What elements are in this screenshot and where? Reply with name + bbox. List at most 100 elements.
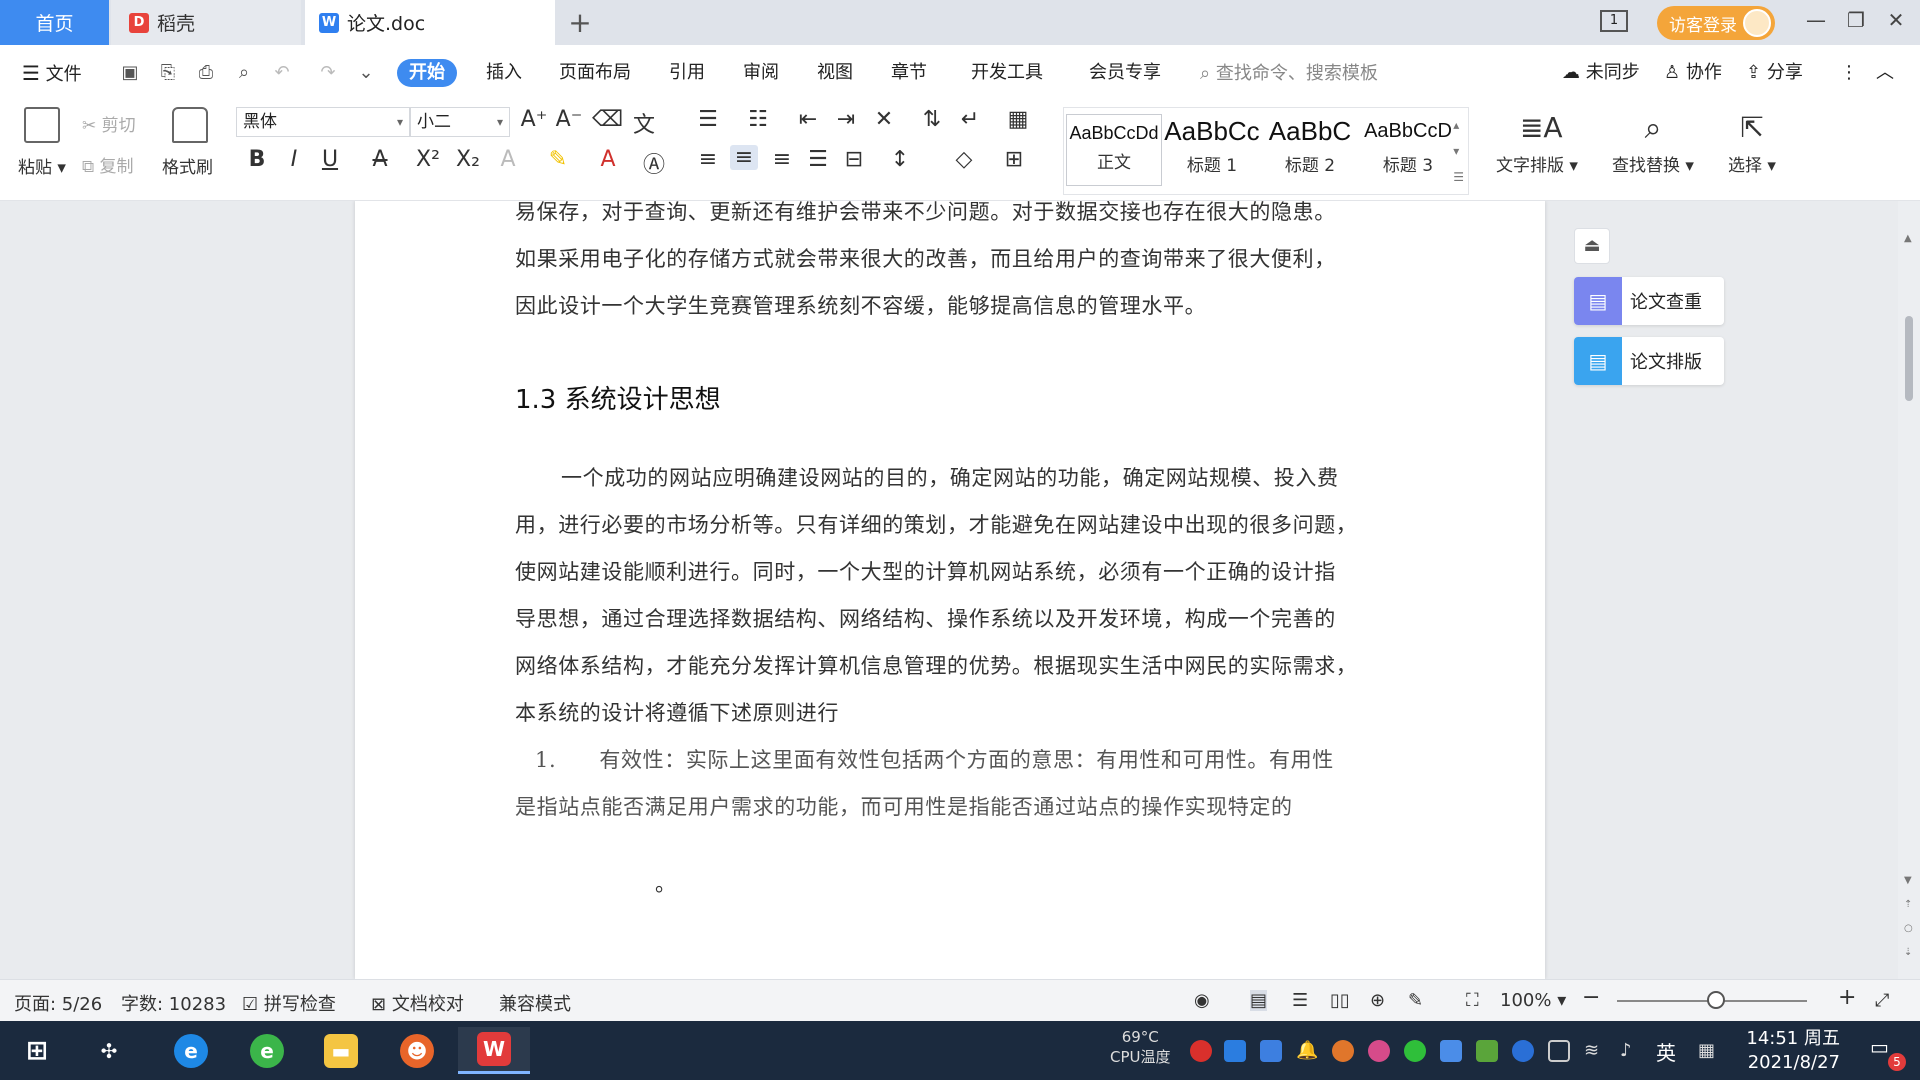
- document-page[interactable]: 易保存，对于查询、更新还有维护会带来不少问题。对于数据交接也存在很大的隐患。 如…: [355, 201, 1545, 979]
- clear-format-icon[interactable]: ⌫: [592, 107, 623, 132]
- shrink-font-icon[interactable]: A⁻: [555, 107, 583, 132]
- superscript-icon[interactable]: X²: [414, 147, 442, 172]
- tab-document[interactable]: W 论文.doc: [305, 0, 555, 45]
- justify-icon[interactable]: ☰: [804, 147, 832, 172]
- collapse-ribbon-icon[interactable]: ︿: [1876, 59, 1894, 87]
- menu-view[interactable]: 视图: [817, 59, 853, 87]
- restore-button[interactable]: ❐: [1838, 8, 1874, 32]
- vertical-scrollbar[interactable]: ▲ ▼ ⇡ ○ ⇣: [1898, 201, 1920, 979]
- scroll-up-icon[interactable]: ▲: [1904, 233, 1912, 244]
- format-painter-button[interactable]: 格式刷: [162, 153, 213, 178]
- zoom-slider-handle[interactable]: [1707, 991, 1725, 1009]
- volume-icon[interactable]: ♪: [1620, 1040, 1642, 1062]
- menu-page-layout[interactable]: 页面布局: [559, 59, 631, 87]
- bell-icon[interactable]: 🔔: [1296, 1040, 1318, 1062]
- text-effect-icon[interactable]: A: [494, 147, 522, 172]
- zoom-in-icon[interactable]: +: [1838, 985, 1856, 1010]
- undo-icon[interactable]: ↶: [270, 61, 294, 85]
- page-count[interactable]: 页面: 5/26: [14, 990, 102, 1016]
- tab-daoke[interactable]: D 稻壳: [111, 0, 301, 45]
- keyboard-icon[interactable]: ▦: [1698, 1040, 1720, 1062]
- new-tab-button[interactable]: +: [560, 0, 600, 45]
- tray-app-icon[interactable]: [1224, 1040, 1246, 1062]
- char-border-icon[interactable]: Ⓐ: [640, 147, 668, 179]
- shield-icon[interactable]: [1260, 1040, 1282, 1062]
- proofread-button[interactable]: ⊠ 文档校对: [371, 990, 464, 1016]
- paste-button[interactable]: 粘贴 ▾: [18, 153, 66, 178]
- chinese-layout-icon[interactable]: ✕: [870, 107, 898, 132]
- italic-icon[interactable]: I: [280, 147, 308, 172]
- file-menu[interactable]: ☰ 文件: [22, 59, 82, 87]
- paste-icon[interactable]: [24, 107, 60, 143]
- align-left-icon[interactable]: ≡: [694, 147, 722, 172]
- shading-icon[interactable]: ◇: [950, 147, 978, 172]
- wifi-icon[interactable]: ≋: [1584, 1040, 1606, 1062]
- grow-font-icon[interactable]: A⁺: [520, 107, 548, 132]
- taskbar-ie[interactable]: e: [162, 1027, 220, 1074]
- subscript-icon[interactable]: X₂: [454, 147, 482, 172]
- strikethrough-icon[interactable]: A: [366, 147, 394, 172]
- font-name-select[interactable]: 黑体: [236, 107, 410, 137]
- line-spacing-icon[interactable]: ↕: [886, 147, 914, 172]
- pinyin-icon[interactable]: 文: [630, 107, 658, 139]
- input-method-indicator[interactable]: 英: [1656, 1037, 1676, 1066]
- find-replace-button[interactable]: ⌕ 查找替换 ▾: [1612, 111, 1694, 176]
- menu-start[interactable]: 开始: [397, 59, 457, 87]
- collab-button[interactable]: ♙ 协作: [1664, 59, 1722, 87]
- cut-button[interactable]: ✂ 剪切: [82, 111, 136, 136]
- align-right-icon[interactable]: ≡: [768, 147, 796, 172]
- bluetooth-icon[interactable]: [1512, 1040, 1534, 1062]
- font-size-select[interactable]: 小二: [410, 107, 510, 137]
- tray-app-icon[interactable]: [1440, 1040, 1462, 1062]
- numbered-list-icon[interactable]: ☷: [744, 107, 772, 132]
- tray-app-icon[interactable]: [1404, 1040, 1426, 1062]
- redo-icon[interactable]: ↷: [316, 61, 340, 85]
- style-scroll-icon[interactable]: ▴ ▾ ☰: [1453, 112, 1464, 190]
- page-view-button[interactable]: 1: [1600, 10, 1628, 32]
- menu-chapter[interactable]: 章节: [891, 59, 927, 87]
- text-layout-button[interactable]: ≣A 文字排版 ▾: [1496, 111, 1578, 176]
- fit-page-icon[interactable]: ⛶: [1466, 990, 1479, 1011]
- bold-icon[interactable]: B: [243, 147, 271, 172]
- format-painter-icon[interactable]: [172, 107, 208, 143]
- sort-icon[interactable]: ⇅: [918, 107, 946, 132]
- menu-review[interactable]: 审阅: [743, 59, 779, 87]
- more-icon[interactable]: ⋮: [1840, 59, 1858, 87]
- highlight-icon[interactable]: ✎: [544, 147, 572, 172]
- spell-check-button[interactable]: ☑ 拼写检查: [242, 990, 336, 1016]
- web-view-icon[interactable]: ⊕: [1370, 990, 1385, 1011]
- style-heading-2[interactable]: AaBbC 标题 2: [1262, 116, 1358, 176]
- menu-insert[interactable]: 插入: [486, 59, 522, 87]
- word-count[interactable]: 字数: 10283: [121, 990, 226, 1016]
- fullscreen-icon[interactable]: ⤢: [1875, 990, 1889, 1011]
- increase-indent-icon[interactable]: ⇥: [832, 107, 860, 132]
- guest-login-button[interactable]: 访客登录: [1657, 6, 1775, 40]
- taskbar-app-1[interactable]: ✣: [80, 1027, 138, 1074]
- chevron-down-icon[interactable]: ⌄: [354, 61, 378, 85]
- outline-view-icon[interactable]: ☰: [1292, 990, 1308, 1011]
- show-marks-icon[interactable]: ↵: [956, 107, 984, 132]
- taskbar-app-2[interactable]: ☻: [388, 1027, 446, 1074]
- thesis-layout-button[interactable]: ▤ 论文排版: [1574, 337, 1724, 385]
- select-button[interactable]: ⇱ 选择 ▾: [1728, 111, 1776, 176]
- tray-app-icon[interactable]: [1190, 1040, 1212, 1062]
- print-icon[interactable]: ⎙: [194, 61, 218, 85]
- menu-developer[interactable]: 开发工具: [971, 59, 1043, 87]
- side-panel-collapse-button[interactable]: ⏏: [1574, 228, 1610, 264]
- nvidia-icon[interactable]: [1476, 1040, 1498, 1062]
- print-preview-icon[interactable]: ⌕: [232, 61, 256, 85]
- style-heading-1[interactable]: AaBbCc 标题 1: [1164, 116, 1260, 176]
- borders-icon[interactable]: ⊞: [1000, 147, 1028, 172]
- sync-button[interactable]: ☁ 未同步: [1562, 59, 1640, 87]
- minimize-button[interactable]: —: [1798, 8, 1834, 32]
- underline-icon[interactable]: U: [316, 147, 344, 172]
- tab-home[interactable]: 首页: [0, 0, 109, 45]
- taskbar-wps[interactable]: W: [458, 1027, 530, 1074]
- zoom-level[interactable]: 100% ▾: [1500, 990, 1566, 1011]
- page-view-icon[interactable]: ▤: [1250, 990, 1268, 1011]
- font-color-icon[interactable]: A: [594, 147, 622, 172]
- pen-icon[interactable]: ✎: [1408, 990, 1423, 1011]
- taskbar-browser[interactable]: e: [238, 1027, 296, 1074]
- thesis-check-button[interactable]: ▤ 论文查重: [1574, 277, 1724, 325]
- start-button[interactable]: ⊞: [8, 1027, 66, 1074]
